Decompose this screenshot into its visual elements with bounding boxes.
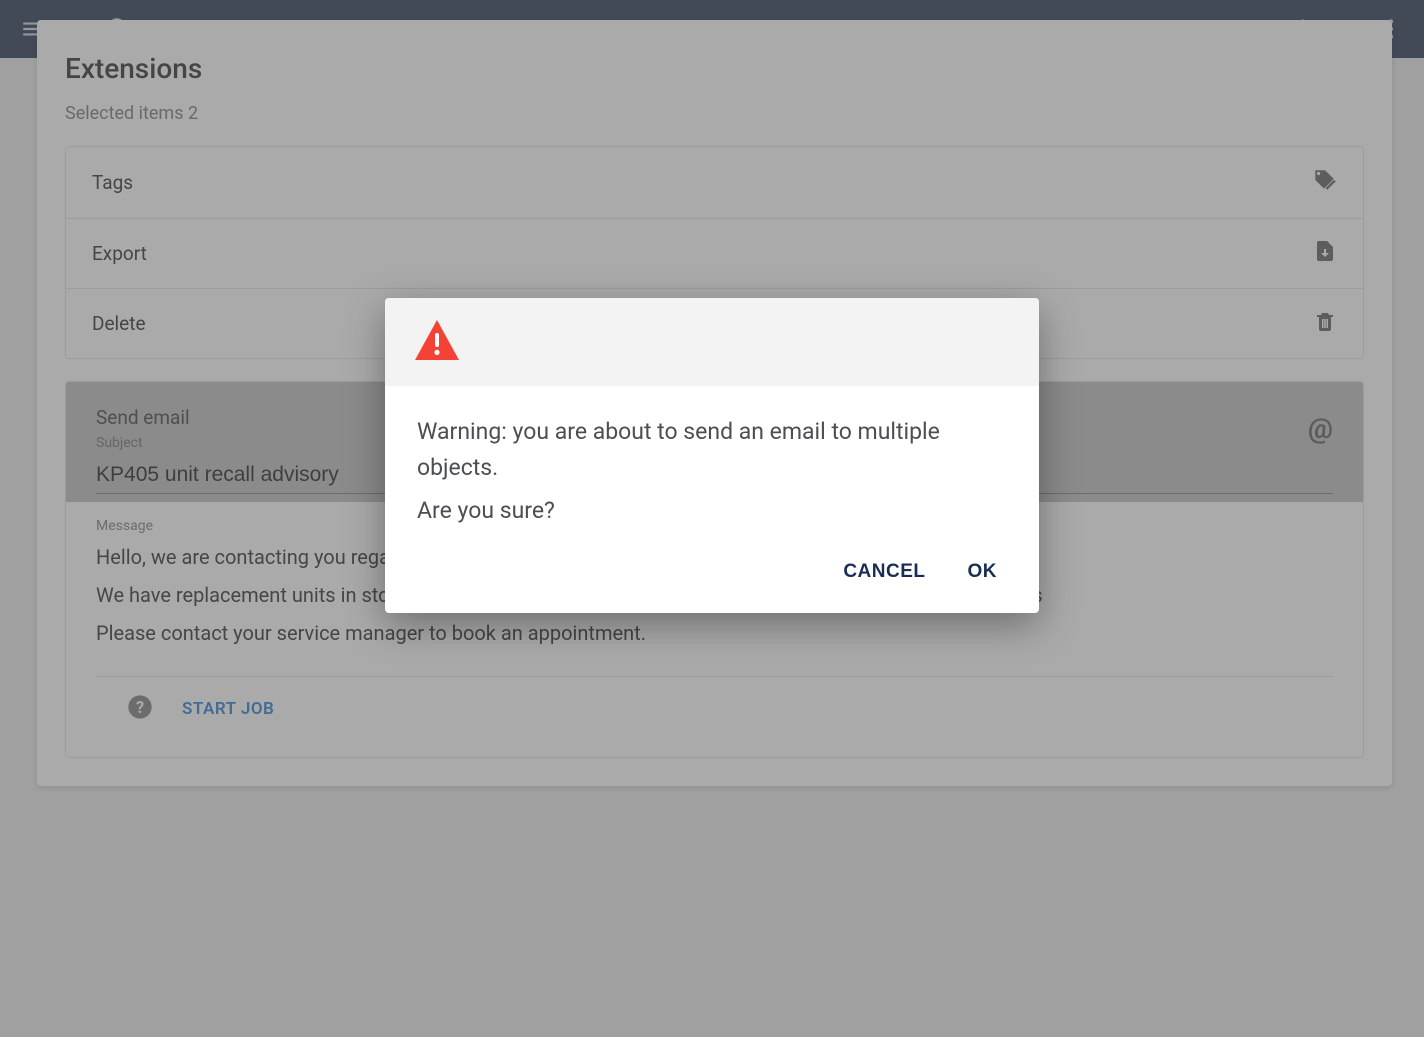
warning-icon [413, 347, 461, 366]
ok-button[interactable]: OK [968, 561, 998, 583]
modal-warning-line1: Warning: you are about to send an email … [417, 414, 1007, 485]
modal-body: Warning: you are about to send an email … [385, 386, 1039, 537]
modal-actions: CANCEL OK [385, 537, 1039, 613]
confirm-modal: Warning: you are about to send an email … [385, 298, 1039, 613]
modal-header [385, 298, 1039, 386]
cancel-button[interactable]: CANCEL [843, 561, 925, 583]
modal-warning-line2: Are you sure? [417, 493, 1007, 529]
